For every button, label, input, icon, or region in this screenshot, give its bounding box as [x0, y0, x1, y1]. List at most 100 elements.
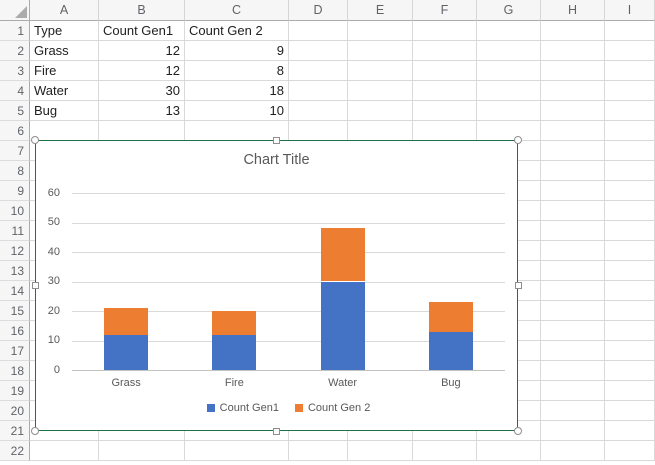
cell-E2[interactable] — [348, 41, 413, 61]
row-header-4[interactable]: 4 — [0, 81, 30, 101]
bar-segment-fire-count-gen1[interactable] — [212, 335, 256, 370]
column-header-F[interactable]: F — [413, 0, 477, 21]
cell-I22[interactable] — [605, 441, 655, 461]
cell-H14[interactable] — [541, 281, 605, 301]
cell-F5[interactable] — [413, 101, 477, 121]
row-header-12[interactable]: 12 — [0, 241, 30, 261]
cell-H10[interactable] — [541, 201, 605, 221]
cell-I19[interactable] — [605, 381, 655, 401]
cell-B1[interactable]: Count Gen1 — [99, 21, 185, 41]
row-header-17[interactable]: 17 — [0, 341, 30, 361]
cell-D22[interactable] — [289, 441, 348, 461]
chart[interactable]: Chart Title 0102030405060GrassFireWaterB… — [35, 140, 518, 431]
cell-F1[interactable] — [413, 21, 477, 41]
bar-segment-bug-count-gen-2[interactable] — [429, 302, 473, 332]
cell-G6[interactable] — [477, 121, 541, 141]
cell-B5[interactable]: 13 — [99, 101, 185, 121]
cell-I18[interactable] — [605, 361, 655, 381]
cell-H2[interactable] — [541, 41, 605, 61]
row-header-22[interactable]: 22 — [0, 441, 30, 461]
selection-handle-bottom-left[interactable] — [31, 427, 39, 435]
cell-F6[interactable] — [413, 121, 477, 141]
cell-I7[interactable] — [605, 141, 655, 161]
cell-A22[interactable] — [30, 441, 99, 461]
chart-legend[interactable]: Count Gen1 Count Gen 2 — [72, 402, 505, 414]
cell-I20[interactable] — [605, 401, 655, 421]
cell-D2[interactable] — [289, 41, 348, 61]
cell-H22[interactable] — [541, 441, 605, 461]
row-header-1[interactable]: 1 — [0, 21, 30, 41]
row-header-11[interactable]: 11 — [0, 221, 30, 241]
column-header-B[interactable]: B — [99, 0, 185, 21]
cell-F2[interactable] — [413, 41, 477, 61]
x-axis-label-grass[interactable]: Grass — [81, 377, 171, 390]
cell-I1[interactable] — [605, 21, 655, 41]
cell-C1[interactable]: Count Gen 2 — [185, 21, 289, 41]
cell-H7[interactable] — [541, 141, 605, 161]
cell-C22[interactable] — [185, 441, 289, 461]
cell-I21[interactable] — [605, 421, 655, 441]
cell-A1[interactable]: Type — [30, 21, 99, 41]
row-header-3[interactable]: 3 — [0, 61, 30, 81]
cell-H20[interactable] — [541, 401, 605, 421]
cell-I10[interactable] — [605, 201, 655, 221]
cell-H13[interactable] — [541, 261, 605, 281]
cell-H18[interactable] — [541, 361, 605, 381]
cell-B3[interactable]: 12 — [99, 61, 185, 81]
cell-B22[interactable] — [99, 441, 185, 461]
cell-H3[interactable] — [541, 61, 605, 81]
selection-handle-top-middle[interactable] — [273, 137, 280, 144]
cell-H8[interactable] — [541, 161, 605, 181]
cell-D1[interactable] — [289, 21, 348, 41]
bar-segment-grass-count-gen-2[interactable] — [104, 308, 148, 335]
cell-G5[interactable] — [477, 101, 541, 121]
cell-D3[interactable] — [289, 61, 348, 81]
column-header-H[interactable]: H — [541, 0, 605, 21]
cell-A5[interactable]: Bug — [30, 101, 99, 121]
cell-E3[interactable] — [348, 61, 413, 81]
y-axis-label-10[interactable]: 10 — [36, 334, 60, 347]
cell-A3[interactable]: Fire — [30, 61, 99, 81]
cell-I16[interactable] — [605, 321, 655, 341]
cell-E22[interactable] — [348, 441, 413, 461]
row-header-8[interactable]: 8 — [0, 161, 30, 181]
y-axis-label-20[interactable]: 20 — [36, 305, 60, 318]
cell-I8[interactable] — [605, 161, 655, 181]
row-header-7[interactable]: 7 — [0, 141, 30, 161]
cell-H1[interactable] — [541, 21, 605, 41]
row-header-13[interactable]: 13 — [0, 261, 30, 281]
row-header-2[interactable]: 2 — [0, 41, 30, 61]
cell-F3[interactable] — [413, 61, 477, 81]
y-axis-label-60[interactable]: 60 — [36, 187, 60, 200]
cell-H6[interactable] — [541, 121, 605, 141]
y-axis-label-50[interactable]: 50 — [36, 216, 60, 229]
cell-C4[interactable]: 18 — [185, 81, 289, 101]
cell-B2[interactable]: 12 — [99, 41, 185, 61]
selection-handle-middle-right[interactable] — [515, 282, 522, 289]
cell-H19[interactable] — [541, 381, 605, 401]
column-header-I[interactable]: I — [605, 0, 655, 21]
row-header-6[interactable]: 6 — [0, 121, 30, 141]
cell-H11[interactable] — [541, 221, 605, 241]
cell-H4[interactable] — [541, 81, 605, 101]
column-header-C[interactable]: C — [185, 0, 289, 21]
selection-handle-bottom-middle[interactable] — [273, 428, 280, 435]
row-header-18[interactable]: 18 — [0, 361, 30, 381]
column-header-G[interactable]: G — [477, 0, 541, 21]
legend-item-count-gen1[interactable]: Count Gen1 — [207, 402, 279, 414]
legend-item-count-gen-2[interactable]: Count Gen 2 — [295, 402, 370, 414]
cell-G3[interactable] — [477, 61, 541, 81]
cell-I13[interactable] — [605, 261, 655, 281]
selection-handle-top-right[interactable] — [514, 136, 522, 144]
bar-segment-water-count-gen1[interactable] — [321, 282, 365, 371]
row-header-19[interactable]: 19 — [0, 381, 30, 401]
column-header-E[interactable]: E — [348, 0, 413, 21]
bar-segment-grass-count-gen1[interactable] — [104, 335, 148, 370]
cell-B4[interactable]: 30 — [99, 81, 185, 101]
row-header-21[interactable]: 21 — [0, 421, 30, 441]
cell-I3[interactable] — [605, 61, 655, 81]
cell-H16[interactable] — [541, 321, 605, 341]
selection-handle-top-left[interactable] — [31, 136, 39, 144]
cell-E1[interactable] — [348, 21, 413, 41]
row-header-5[interactable]: 5 — [0, 101, 30, 121]
